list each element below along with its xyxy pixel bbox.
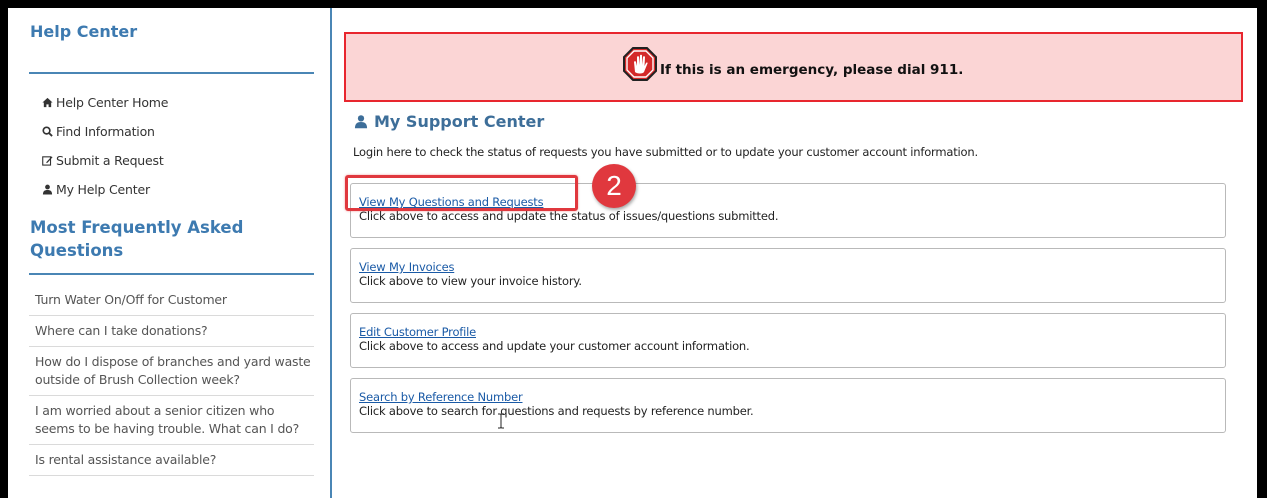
faq-heading: Most Frequently Asked Questions <box>30 218 244 260</box>
home-icon <box>42 97 53 108</box>
sidebar-nav: Help Center Home Find Information Submit… <box>42 88 168 204</box>
highlight-box <box>345 175 578 211</box>
view-invoices-link[interactable]: View My Invoices <box>359 260 454 274</box>
card-edit-profile: Edit Customer Profile Click above to acc… <box>350 313 1226 368</box>
emergency-alert: If this is an emergency, please dial 911… <box>344 32 1243 102</box>
edit-icon <box>42 156 53 166</box>
sidebar-item-my-help-center[interactable]: My Help Center <box>42 175 168 204</box>
sidebar-item-find-information[interactable]: Find Information <box>42 117 168 146</box>
sidebar-item-help-center-home[interactable]: Help Center Home <box>42 88 168 117</box>
faq-list: Turn Water On/Off for Customer Where can… <box>29 285 314 476</box>
faq-item[interactable]: Where can I take donations? <box>29 316 314 347</box>
card-description: Click above to search for questions and … <box>359 404 754 418</box>
sidebar: Help Center Help Center Home Find Inform… <box>8 8 332 498</box>
sidebar-item-label: Submit a Request <box>56 153 164 168</box>
step-number-badge: 2 <box>592 164 636 208</box>
search-icon <box>42 126 53 137</box>
sidebar-item-submit-request[interactable]: Submit a Request <box>42 146 168 175</box>
alert-content: If this is an emergency, please dial 911… <box>622 46 963 84</box>
text-cursor-icon <box>498 413 504 429</box>
faq-item[interactable]: Turn Water On/Off for Customer <box>29 285 314 316</box>
card-search-reference: Search by Reference Number Click above t… <box>350 378 1226 433</box>
faq-item[interactable]: Is rental assistance available? <box>29 445 314 476</box>
sidebar-item-label: My Help Center <box>56 182 150 197</box>
sidebar-divider <box>29 72 314 74</box>
faq-item[interactable]: I am worried about a senior citizen who … <box>29 396 314 445</box>
card-view-invoices: View My Invoices Click above to view you… <box>350 248 1226 303</box>
card-description: Click above to access and update the sta… <box>359 209 779 223</box>
sidebar-item-label: Find Information <box>56 124 155 139</box>
sidebar-title: Help Center <box>30 22 138 41</box>
edit-profile-link[interactable]: Edit Customer Profile <box>359 325 476 339</box>
emergency-alert-text: If this is an emergency, please dial 911… <box>660 62 964 78</box>
support-center-description: Login here to check the status of reques… <box>353 145 978 159</box>
support-center-title-text: My Support Center <box>374 112 545 131</box>
help-center-page: Help Center Help Center Home Find Inform… <box>8 8 1257 498</box>
user-icon <box>354 115 368 129</box>
sidebar-item-label: Help Center Home <box>56 95 169 110</box>
faq-divider <box>29 273 314 275</box>
card-description: Click above to view your invoice history… <box>359 274 582 288</box>
search-reference-link[interactable]: Search by Reference Number <box>359 390 523 404</box>
faq-item[interactable]: How do I dispose of branches and yard wa… <box>29 347 314 396</box>
stop-hand-icon <box>623 47 657 81</box>
card-description: Click above to access and update your cu… <box>359 339 750 353</box>
user-icon <box>42 184 53 195</box>
support-center-title: My Support Center <box>354 112 544 131</box>
